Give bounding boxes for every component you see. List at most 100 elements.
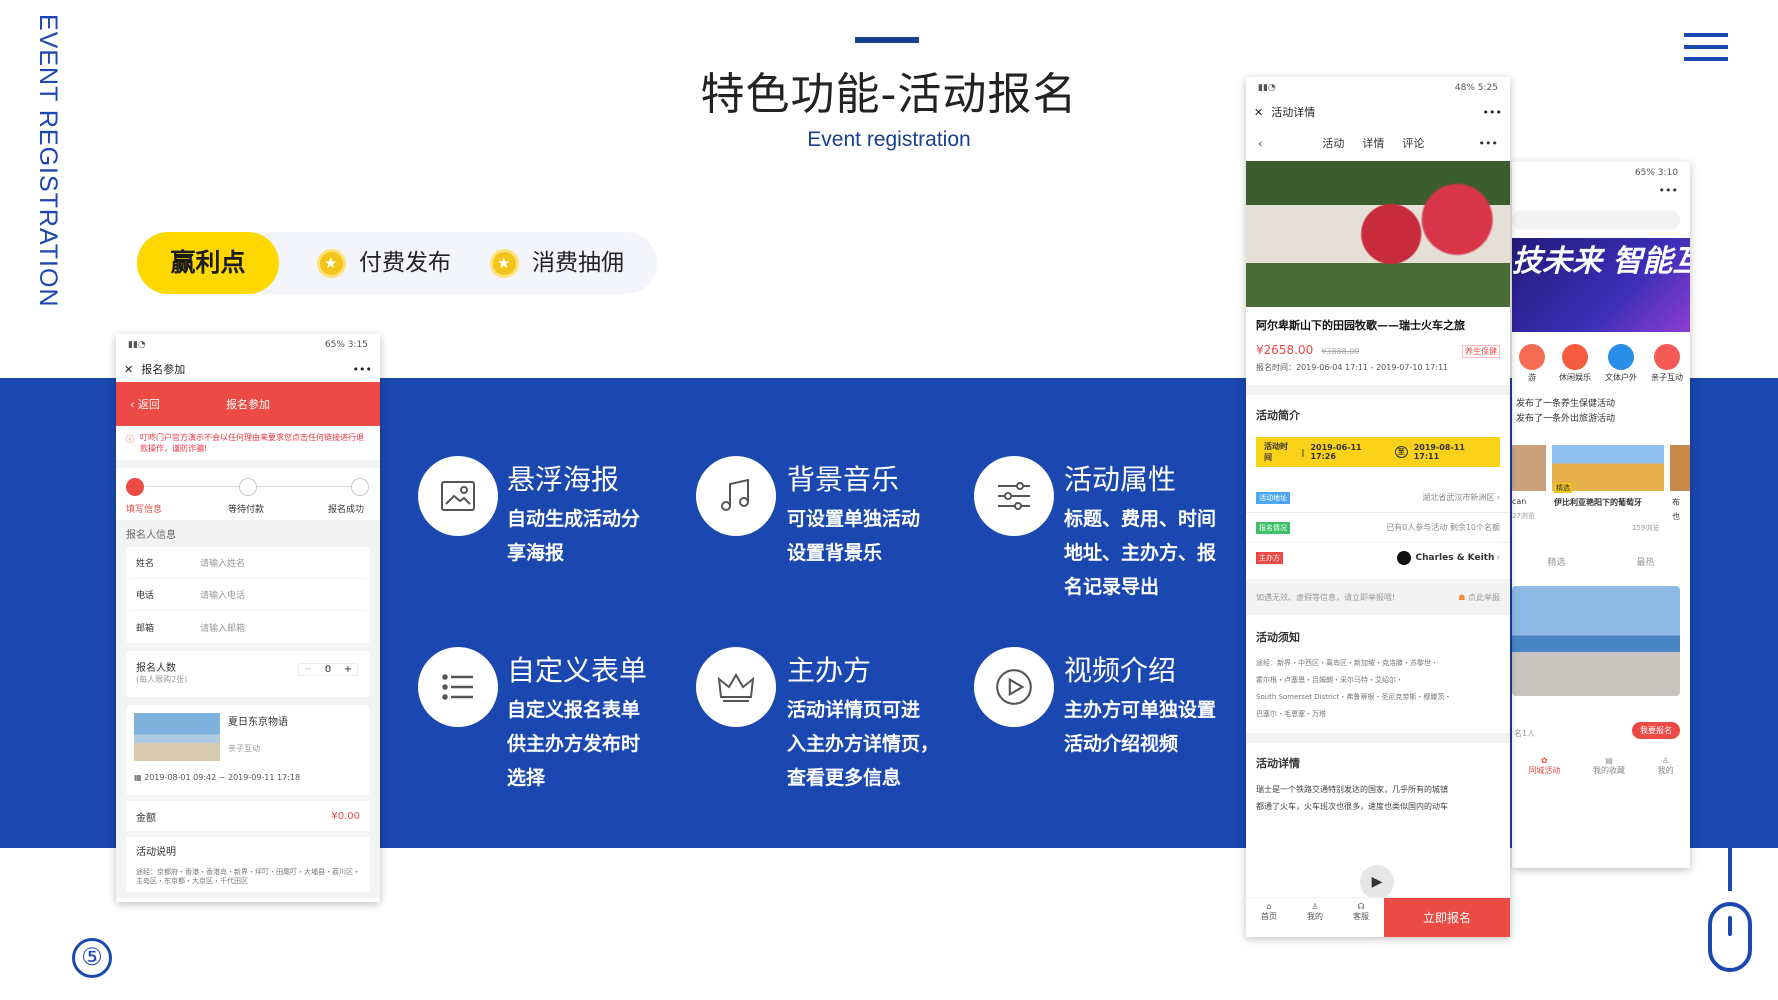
feature-desc: 活动详情页可进 入主办方详情页， 查看更多信息	[787, 699, 940, 789]
increment-button[interactable]: +	[339, 664, 357, 675]
menu-icon[interactable]	[1684, 33, 1728, 63]
status-bar: 65% 3:15	[324, 340, 368, 350]
step-label: 填写信息	[126, 505, 163, 515]
tab-comments[interactable]: 评论	[1402, 135, 1424, 151]
category-badge: 养生保健	[1462, 345, 1500, 358]
card-tag: 精选	[1554, 483, 1572, 493]
card-views: 27浏览	[1512, 512, 1535, 520]
signal-icon: ▮▮◔	[128, 340, 146, 350]
feature-form	[418, 647, 498, 727]
step-dot	[351, 478, 369, 496]
tab-activity[interactable]: 活动	[1322, 135, 1344, 151]
step-label: 报名成功	[328, 505, 365, 515]
close-icon[interactable]: ✕	[1254, 106, 1263, 119]
card-title[interactable]: 伊比利亚艳阳下的葡萄牙	[1554, 497, 1662, 508]
nav-item[interactable]: ♙ 我的	[1658, 756, 1674, 776]
signup-status-row[interactable]: 报名情况 已有0人参与活动 剩余10个名额	[1246, 513, 1510, 543]
feature-organizer	[696, 647, 776, 727]
play-button[interactable]: ▶	[1360, 865, 1394, 899]
feature-title: 活动属性	[1064, 463, 1177, 496]
more-icon[interactable]: •••	[353, 363, 372, 376]
back-button[interactable]: ‹ 返回	[130, 396, 160, 412]
status-bar: 48% 5:25	[1454, 83, 1498, 93]
organizer-row[interactable]: 主办方 Charles & Keith ›	[1246, 543, 1510, 573]
nav-item[interactable]: ✿ 同城活动	[1528, 756, 1560, 776]
event-title: 阿尔卑斯山下的田园牧歌——瑞士火车之旅	[1256, 319, 1465, 332]
user-icon: ♙	[1311, 902, 1319, 911]
detail-text: 瑞士是一个铁路交通特别发达的国家，几乎所有的城镇 都通了火车，火车班次也很多，速度…	[1256, 785, 1448, 811]
filter-tab[interactable]: 最热	[1636, 555, 1654, 568]
category-icons: 游 休闲娱乐 文体户外 亲子互动	[1512, 344, 1690, 383]
step-dot	[239, 478, 257, 496]
image-icon	[418, 456, 498, 536]
feature-title: 背景音乐	[787, 463, 900, 496]
close-icon[interactable]: ✕	[124, 363, 133, 376]
organizer-avatar	[1397, 551, 1412, 565]
step-label: 等待付款	[228, 505, 265, 515]
count-value[interactable]: 0	[317, 664, 339, 675]
list-icon	[418, 647, 498, 727]
detail-label: 活动详情	[1256, 757, 1300, 770]
back-icon[interactable]: ‹	[1258, 137, 1262, 150]
card-title: can	[1512, 497, 1527, 506]
crown-icon	[696, 647, 776, 727]
notice-text: 叮咚门户官方演示不会以任何理由来要求您点击任何链接进行退款操作，谨防诈骗!	[140, 433, 364, 453]
feature-desc: 标题、费用、时间 地址、主办方、报 名记录导出	[1064, 508, 1217, 598]
card-views: 159浏览	[1632, 524, 1660, 532]
feature-video	[974, 647, 1054, 727]
decrement-button[interactable]: −	[299, 664, 317, 675]
name-field[interactable]: 姓名 请输入姓名	[126, 547, 370, 579]
more-icon[interactable]: •••	[1512, 184, 1690, 206]
profit-item: 付费发布	[359, 250, 451, 276]
phone-field[interactable]: 电话 请输入电话	[126, 579, 370, 611]
more-icon[interactable]: •••	[1479, 137, 1498, 150]
category-item[interactable]: 休闲娱乐	[1559, 344, 1591, 383]
nav-service[interactable]: ☊ 客服	[1338, 898, 1384, 937]
news-item[interactable]: 发布了一条外出旅游活动	[1516, 412, 1690, 427]
filter-tab[interactable]: 精选	[1547, 555, 1565, 568]
event-cover-image	[1246, 161, 1510, 307]
search-input[interactable]	[1512, 210, 1680, 230]
more-icon[interactable]: •••	[1483, 106, 1502, 119]
desc-text: 途经：京都府・香港・香港岛・新界・坪叮・田尾叮・大埔县・荔川区・主岛区・东京都・…	[136, 868, 360, 885]
news-item[interactable]: 发布了一条养生保健活动	[1516, 397, 1690, 412]
profit-highlight: 赢利点	[137, 232, 279, 294]
signup-now-button[interactable]: 立即报名	[1384, 898, 1510, 937]
event-time: 2019-08-01 09:42 ~ 2019-09-11 17:18	[144, 773, 301, 782]
email-field[interactable]: 邮箱 请输入邮箱	[126, 611, 370, 643]
feature-poster	[418, 456, 498, 536]
address-row[interactable]: 活动地址 湖北省武汉市新洲区 ›	[1246, 483, 1510, 513]
feature-title: 视频介绍	[1064, 654, 1177, 687]
category-item[interactable]: 亲子互动	[1651, 344, 1683, 383]
banner[interactable]: 技未来 智能互联	[1512, 238, 1690, 332]
amount-value: ¥0.00	[331, 810, 360, 822]
event-period: 活动时间 | 2019-06-11 17:26 至 2019-08-11 17:11	[1256, 437, 1500, 467]
nav-home[interactable]: ⌂ 首页	[1246, 898, 1292, 937]
feature-desc: 自动生成活动分 享海报	[507, 508, 641, 564]
sliders-icon	[974, 456, 1054, 536]
coin-icon	[490, 249, 519, 278]
signup-button[interactable]: 我要报名	[1632, 722, 1680, 739]
report-button[interactable]: ☗ 点此举报	[1458, 592, 1500, 603]
tab-detail[interactable]: 详情	[1362, 135, 1384, 151]
page-title: 特色功能-活动报名	[700, 69, 1078, 120]
headset-icon: ☊	[1357, 902, 1365, 911]
card-title: 也	[1672, 512, 1680, 521]
feature-title: 主办方	[787, 654, 872, 687]
event-thumbnail	[134, 713, 220, 761]
nav-mine[interactable]: ♙ 我的	[1292, 898, 1338, 937]
count-text: 名1人	[1514, 729, 1536, 738]
nav-item[interactable]: ▤ 我的收藏	[1593, 756, 1625, 776]
screen-title: 活动详情	[1271, 106, 1316, 119]
category-item[interactable]: 游	[1519, 344, 1545, 383]
coin-icon	[317, 249, 346, 278]
original-price: ¥3888.00	[1321, 347, 1360, 356]
intro-label: 活动简介	[1256, 409, 1300, 422]
amount-label: 金额	[136, 812, 156, 824]
signal-icon: ▮▮◔	[1258, 83, 1276, 93]
home-icon: ⌂	[1266, 902, 1272, 911]
feature-attributes	[974, 456, 1054, 536]
category-item[interactable]: 文体户外	[1605, 344, 1637, 383]
step-dot-active	[126, 478, 144, 496]
card-image	[1670, 445, 1690, 491]
